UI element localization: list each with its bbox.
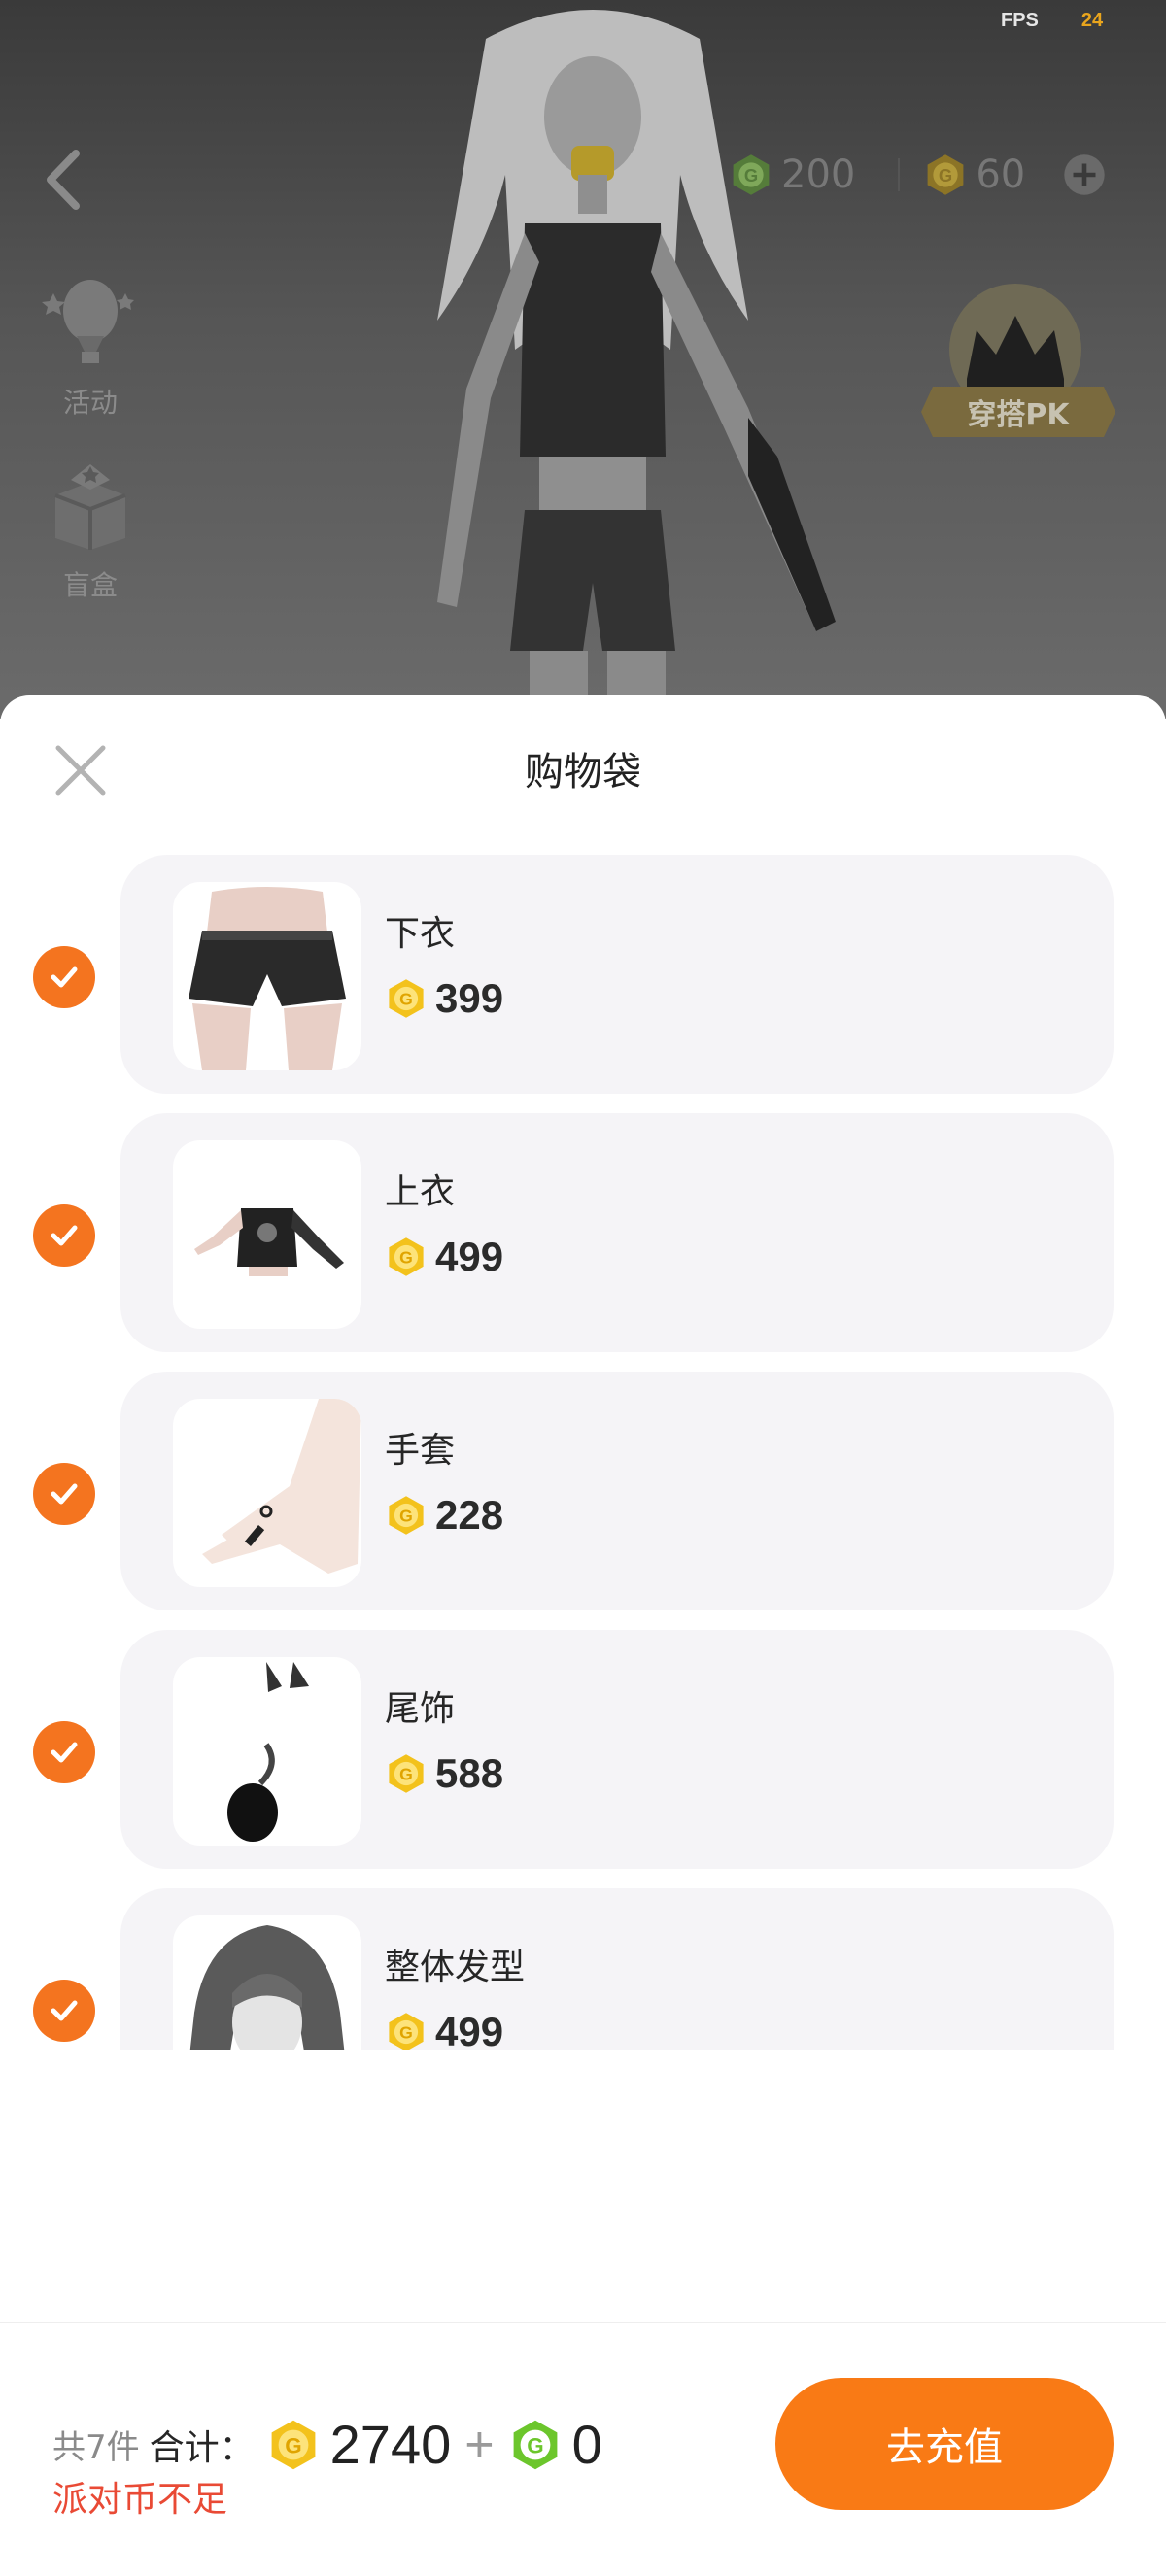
gold-coin-amount: 60 bbox=[976, 153, 1026, 197]
blind-box-label: 盲盒 bbox=[62, 569, 118, 601]
tail-thumbnail-icon bbox=[227, 1662, 309, 1842]
top-thumbnail-icon bbox=[194, 1208, 344, 1276]
recharge-button[interactable]: 去充值 bbox=[775, 2378, 1114, 2510]
item-count: 共7件 bbox=[52, 2428, 140, 2467]
gold-coin-icon: G bbox=[927, 154, 964, 195]
item-name: 整体发型 bbox=[385, 1948, 526, 1987]
item-price-value: 228 bbox=[435, 1492, 504, 1538]
add-currency-icon[interactable] bbox=[1062, 153, 1107, 197]
shopping-bag-sheet: 购物袋 下衣 G 399 上衣 G 499 手套 G 228 尾饰 G 588 … bbox=[0, 695, 1166, 2576]
avatar-scene: FPS 24 活动 盲盒 G 200 G 60 穿搭PK bbox=[0, 0, 1166, 719]
checkmark-icon bbox=[51, 1742, 78, 1763]
green-coin-icon: G bbox=[513, 2420, 558, 2469]
checkmark-icon bbox=[51, 1483, 78, 1505]
item-name: 尾饰 bbox=[385, 1689, 456, 1729]
gold-coin-icon: G bbox=[389, 1237, 424, 1276]
item-price: G 588 bbox=[385, 1750, 503, 1797]
svg-text:G: G bbox=[399, 1248, 413, 1268]
item-name: 上衣 bbox=[385, 1172, 456, 1212]
currency-bar: G 200 G 60 bbox=[729, 146, 1137, 204]
svg-text:G: G bbox=[399, 990, 413, 1009]
activity-button[interactable]: 活动 bbox=[37, 274, 144, 421]
checkmark-icon bbox=[51, 966, 78, 988]
cart-item-list[interactable]: 下衣 G 399 上衣 G 499 手套 G 228 尾饰 G 588 整体发型… bbox=[0, 855, 1166, 2050]
svg-text:G: G bbox=[527, 2433, 543, 2457]
green-coin-balance: G 200 bbox=[729, 153, 855, 197]
item-card[interactable]: 整体发型 G 499 bbox=[120, 1888, 1114, 2050]
svg-text:G: G bbox=[399, 1765, 413, 1784]
insufficient-funds-warning: 派对币不足 bbox=[52, 2480, 228, 2520]
item-card[interactable]: 手套 G 228 bbox=[120, 1372, 1114, 1610]
shorts-thumbnail-icon bbox=[189, 887, 346, 1070]
item-price: G 228 bbox=[385, 1492, 503, 1539]
item-card[interactable]: 下衣 G 399 bbox=[120, 855, 1114, 1094]
hair-thumbnail-icon bbox=[189, 1925, 345, 2050]
svg-text:G: G bbox=[939, 165, 952, 186]
item-price: G 499 bbox=[385, 1234, 503, 1280]
gold-coin-icon: G bbox=[271, 2420, 316, 2469]
total-summary: 共7件 合计： G 2740 + G 0 bbox=[52, 2413, 602, 2476]
outfit-pk-button[interactable]: 穿搭PK bbox=[921, 387, 1115, 437]
cart-item-gloves[interactable]: 手套 G 228 bbox=[0, 1372, 1166, 1610]
green-coin-icon: G bbox=[733, 154, 770, 195]
item-checkbox[interactable] bbox=[33, 1204, 95, 1267]
item-checkbox[interactable] bbox=[33, 1463, 95, 1525]
currency-divider bbox=[898, 158, 901, 191]
gold-coin-icon: G bbox=[389, 979, 424, 1018]
item-checkbox[interactable] bbox=[33, 1721, 95, 1783]
item-price-value: 399 bbox=[435, 975, 504, 1021]
green-coin-amount: 200 bbox=[781, 153, 856, 197]
fps-label: FPS bbox=[1001, 10, 1039, 31]
gold-coin-icon: G bbox=[389, 1496, 424, 1535]
cart-item-hairstyle[interactable]: 整体发型 G 499 bbox=[0, 1888, 1166, 2050]
item-card[interactable]: 上衣 G 499 bbox=[120, 1113, 1114, 1352]
activity-label: 活动 bbox=[62, 387, 118, 419]
item-price-value: 499 bbox=[435, 1234, 504, 1279]
cart-item-top[interactable]: 上衣 G 499 bbox=[0, 1113, 1166, 1352]
item-price-value: 499 bbox=[435, 2009, 504, 2050]
sheet-title: 购物袋 bbox=[525, 750, 641, 795]
total-label: 合计： bbox=[149, 2427, 255, 2468]
blind-box-icon bbox=[54, 464, 126, 550]
item-price-value: 588 bbox=[435, 1750, 504, 1796]
cart-item-tail[interactable]: 尾饰 G 588 bbox=[0, 1630, 1166, 1869]
svg-text:G: G bbox=[399, 1507, 413, 1526]
checkout-footer: 共7件 合计： G 2740 + G 0 派对币不足 去充值 bbox=[0, 2322, 1166, 2576]
item-thumbnail bbox=[173, 1657, 361, 1846]
glove-thumbnail-icon bbox=[202, 1399, 361, 1574]
svg-text:G: G bbox=[285, 2433, 301, 2457]
cart-item-bottoms[interactable]: 下衣 G 399 bbox=[0, 855, 1166, 1094]
gold-coin-icon: G bbox=[389, 2013, 424, 2050]
item-name: 手套 bbox=[385, 1431, 456, 1471]
fps-value: 24 bbox=[1080, 10, 1104, 31]
item-price: G 399 bbox=[385, 975, 503, 1022]
item-checkbox[interactable] bbox=[33, 946, 95, 1008]
item-thumbnail bbox=[173, 882, 361, 1070]
svg-text:G: G bbox=[744, 165, 758, 186]
plus-sign: + bbox=[464, 2416, 495, 2473]
back-arrow-icon[interactable] bbox=[39, 146, 87, 214]
item-checkbox[interactable] bbox=[33, 1980, 95, 2042]
gold-coin-icon: G bbox=[389, 1754, 424, 1793]
avatar-figure bbox=[437, 10, 836, 719]
checkmark-icon bbox=[51, 2000, 78, 2021]
item-name: 下衣 bbox=[385, 914, 456, 954]
blind-box-button[interactable]: 盲盒 bbox=[37, 457, 144, 603]
item-card[interactable]: 尾饰 G 588 bbox=[120, 1630, 1114, 1869]
green-total: 0 bbox=[571, 2414, 602, 2475]
checkmark-icon bbox=[51, 1225, 78, 1246]
item-thumbnail bbox=[173, 1915, 361, 2050]
item-price: G 499 bbox=[385, 2009, 503, 2050]
item-thumbnail bbox=[173, 1140, 361, 1329]
fps-counter: FPS 24 bbox=[1001, 10, 1103, 32]
app-screen: FPS 24 活动 盲盒 G 200 G 60 穿搭PK 购物袋 下衣 G 39… bbox=[0, 0, 1166, 2576]
gold-total: 2740 bbox=[329, 2414, 452, 2475]
hot-air-balloon-icon bbox=[42, 280, 134, 363]
gold-coin-balance: G 60 bbox=[923, 153, 1025, 197]
svg-text:G: G bbox=[399, 2023, 413, 2043]
item-thumbnail bbox=[173, 1399, 361, 1587]
